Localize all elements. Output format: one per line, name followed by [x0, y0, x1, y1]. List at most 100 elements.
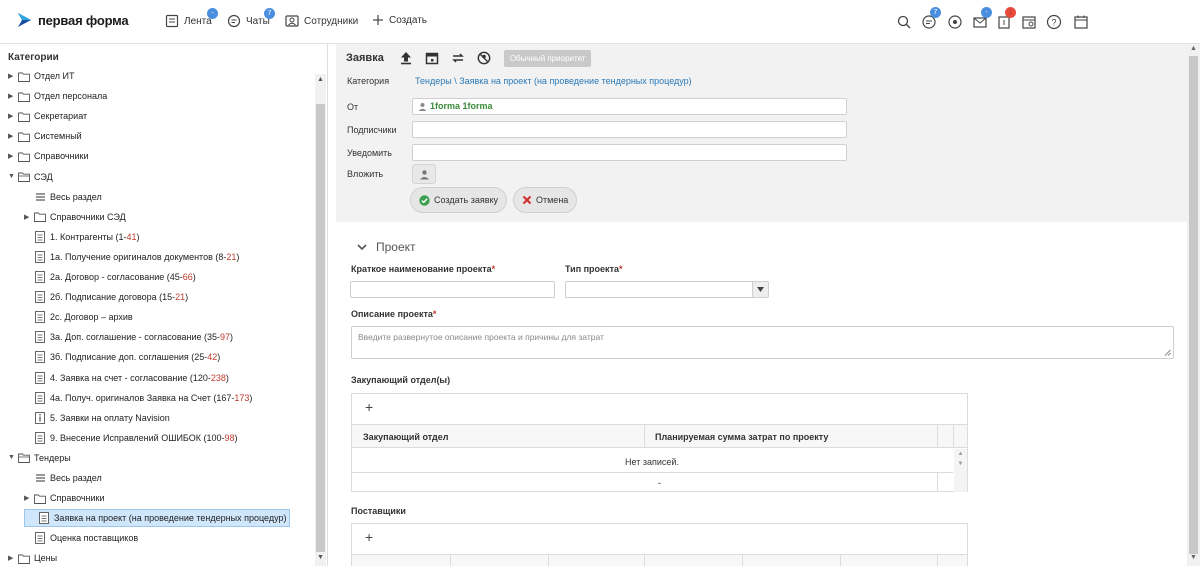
- sidebar-item[interactable]: 9. Внесение Исправлений ОШИБОК (100- 98): [24, 429, 238, 447]
- sidebar-item[interactable]: 2б. Подписание договора (15- 21): [24, 288, 188, 306]
- resize-handle-icon[interactable]: [1164, 349, 1171, 356]
- sidebar-item[interactable]: ▶ Секретариат: [8, 107, 87, 125]
- expand-arrow-icon[interactable]: ▶: [24, 494, 34, 502]
- description-textarea[interactable]: Введите развернутое описание проекта и п…: [351, 326, 1174, 359]
- upload-icon[interactable]: [398, 50, 414, 66]
- sidebar-item[interactable]: ▶ Справочники: [8, 147, 89, 165]
- expand-arrow-icon[interactable]: ▶: [8, 132, 18, 140]
- sidebar-item-label: 2б. Подписание договора (15-: [50, 292, 176, 303]
- mail-notifications[interactable]: -: [972, 7, 992, 30]
- list-icon: [34, 191, 46, 203]
- main-scroll-down-icon[interactable]: ▼: [1188, 554, 1199, 561]
- from-field[interactable]: 1forma 1forma: [412, 98, 847, 115]
- nav-chats-badge: 7: [264, 8, 275, 19]
- sidebar-item-label: 1а. Получение оригиналов документов (8-: [50, 251, 227, 262]
- sidebar-scroll-thumb[interactable]: [316, 104, 325, 552]
- document-icon: [34, 311, 46, 324]
- sidebar-item[interactable]: ▶ Системный: [8, 127, 82, 145]
- sidebar-item[interactable]: 2а. Договор - согласование (45- 66): [24, 268, 196, 286]
- sidebar-item[interactable]: 3а. Доп. соглашение - согласование (35- 9…: [24, 328, 233, 346]
- sidebar-scroll-up-icon[interactable]: ▲: [315, 74, 326, 85]
- sidebar-item[interactable]: ▶ Отдел персонала: [8, 87, 107, 105]
- svg-text:?: ?: [1051, 18, 1056, 28]
- calendar-date-icon[interactable]: [424, 50, 440, 66]
- create-request-button[interactable]: Создать заявку: [410, 187, 508, 213]
- sidebar-item-count-close: ): [236, 251, 240, 262]
- expand-arrow-icon[interactable]: ▶: [8, 112, 18, 120]
- sidebar-item[interactable]: Оценка поставщиков: [24, 529, 138, 547]
- col-planned-sum[interactable]: Планируемая сумма затрат по проекту: [655, 432, 828, 442]
- cancel-x-icon: [522, 195, 532, 205]
- sidebar-item-label: Справочники: [34, 151, 89, 162]
- sidebar-item-count: 21: [226, 251, 237, 262]
- suppliers-label: Поставщики: [351, 506, 406, 516]
- suppliers-grid: +: [351, 523, 968, 566]
- sidebar-item[interactable]: 1а. Получение оригиналов документов (8- 2…: [24, 248, 239, 266]
- sidebar-item[interactable]: 1. Контрагенты (1- 41): [24, 228, 140, 246]
- sidebar-item[interactable]: ▶ Справочники СЭД: [24, 208, 126, 226]
- grid-scrollbar[interactable]: ▲ ▼: [954, 449, 967, 492]
- nav-feed[interactable]: Лента -: [165, 8, 218, 28]
- expand-arrow-icon[interactable]: ▶: [24, 213, 34, 221]
- expand-arrow-icon[interactable]: ▶: [8, 152, 18, 160]
- add-supplier-plus-icon[interactable]: +: [365, 529, 373, 545]
- sidebar-item[interactable]: Весь раздел: [24, 469, 102, 487]
- sidebar-item[interactable]: ▼ СЭД: [8, 168, 53, 186]
- main-panel: Заявка Обычный приоритет Категория Тенде…: [336, 44, 1188, 566]
- sidebar-scroll-down-icon[interactable]: ▼: [315, 552, 326, 563]
- sidebar-item[interactable]: ▼ Тендеры: [8, 449, 71, 467]
- subscribers-field[interactable]: [412, 121, 847, 138]
- category-label: Категория: [347, 76, 390, 86]
- user-block-icon[interactable]: [476, 50, 492, 66]
- document-icon: [34, 230, 46, 243]
- collapse-arrow-icon[interactable]: ▼: [8, 454, 18, 461]
- sidebar-item[interactable]: 4. Заявка на счет - согласование (120- 23…: [24, 369, 229, 387]
- expand-arrow-icon[interactable]: ▶: [8, 72, 18, 80]
- folder-icon: [18, 552, 30, 564]
- cancel-label: Отмена: [536, 195, 569, 205]
- collapse-arrow-icon[interactable]: ▼: [8, 173, 18, 180]
- nav-chats[interactable]: Чаты 7: [227, 8, 275, 28]
- tasks-notifications[interactable]: 1: [996, 7, 1016, 30]
- from-user[interactable]: 1forma 1forma: [418, 101, 493, 111]
- help-icon[interactable]: ?: [1046, 14, 1062, 30]
- search-icon[interactable]: [896, 14, 912, 30]
- sidebar-item[interactable]: 3б. Подписание доп. соглашения (25- 42): [24, 348, 220, 366]
- project-section-header[interactable]: Проект: [356, 240, 416, 254]
- folder-icon: [18, 150, 30, 162]
- chevron-down-icon: [357, 244, 367, 251]
- expand-arrow-icon[interactable]: ▶: [8, 92, 18, 100]
- nav-employees[interactable]: Сотрудники: [285, 14, 358, 28]
- expand-arrow-icon[interactable]: ▶: [8, 554, 18, 562]
- logo[interactable]: первая форма: [16, 12, 129, 28]
- short-name-input[interactable]: [350, 281, 555, 298]
- repeat-icon[interactable]: [450, 50, 466, 66]
- record-icon[interactable]: [947, 14, 963, 30]
- sidebar-item[interactable]: ▶ Цены: [8, 549, 57, 566]
- sidebar-item[interactable]: 4а. Получ. оригиналов Заявка на Счет (16…: [24, 389, 252, 407]
- project-type-select[interactable]: [565, 281, 769, 298]
- calendar-icon[interactable]: [1073, 14, 1089, 30]
- sidebar-item[interactable]: Весь раздел: [24, 188, 102, 206]
- priority-button[interactable]: Обычный приоритет: [503, 49, 592, 67]
- nav-create[interactable]: Создать: [372, 14, 427, 26]
- calendar-settings-icon[interactable]: [1021, 14, 1037, 30]
- notify-field[interactable]: [412, 144, 847, 161]
- col-purchasing-dept[interactable]: Закупающий отдел: [363, 432, 448, 442]
- sidebar-item[interactable]: ▶ Справочники: [24, 489, 105, 507]
- main-scroll-thumb[interactable]: [1189, 56, 1198, 554]
- sidebar-item-count-close: ): [192, 272, 196, 282]
- main-scroll-up-icon[interactable]: ▲: [1188, 45, 1199, 52]
- chat-notifications[interactable]: 7: [921, 7, 941, 30]
- attach-button[interactable]: [412, 164, 436, 184]
- category-link[interactable]: Тендеры \ Заявка на проект (на проведени…: [415, 76, 692, 86]
- sidebar-item[interactable]: Заявка на проект (на проведение тендерны…: [24, 509, 291, 528]
- cancel-button[interactable]: Отмена: [513, 187, 578, 213]
- dropdown-arrow-icon[interactable]: [752, 282, 768, 297]
- sidebar-item[interactable]: ▶ Отдел ИТ: [8, 67, 75, 85]
- sidebar-item-count-close: ): [136, 231, 140, 242]
- sidebar-item[interactable]: 2с. Договор – архив: [24, 308, 133, 326]
- add-row-plus-icon[interactable]: +: [365, 399, 373, 415]
- sidebar-item[interactable]: 5. Заявки на оплату Navision: [24, 409, 170, 427]
- categories-sidebar: Категории ▶ Отдел ИТ ▶ Отдел персонала ▶ Секр…: [0, 44, 328, 566]
